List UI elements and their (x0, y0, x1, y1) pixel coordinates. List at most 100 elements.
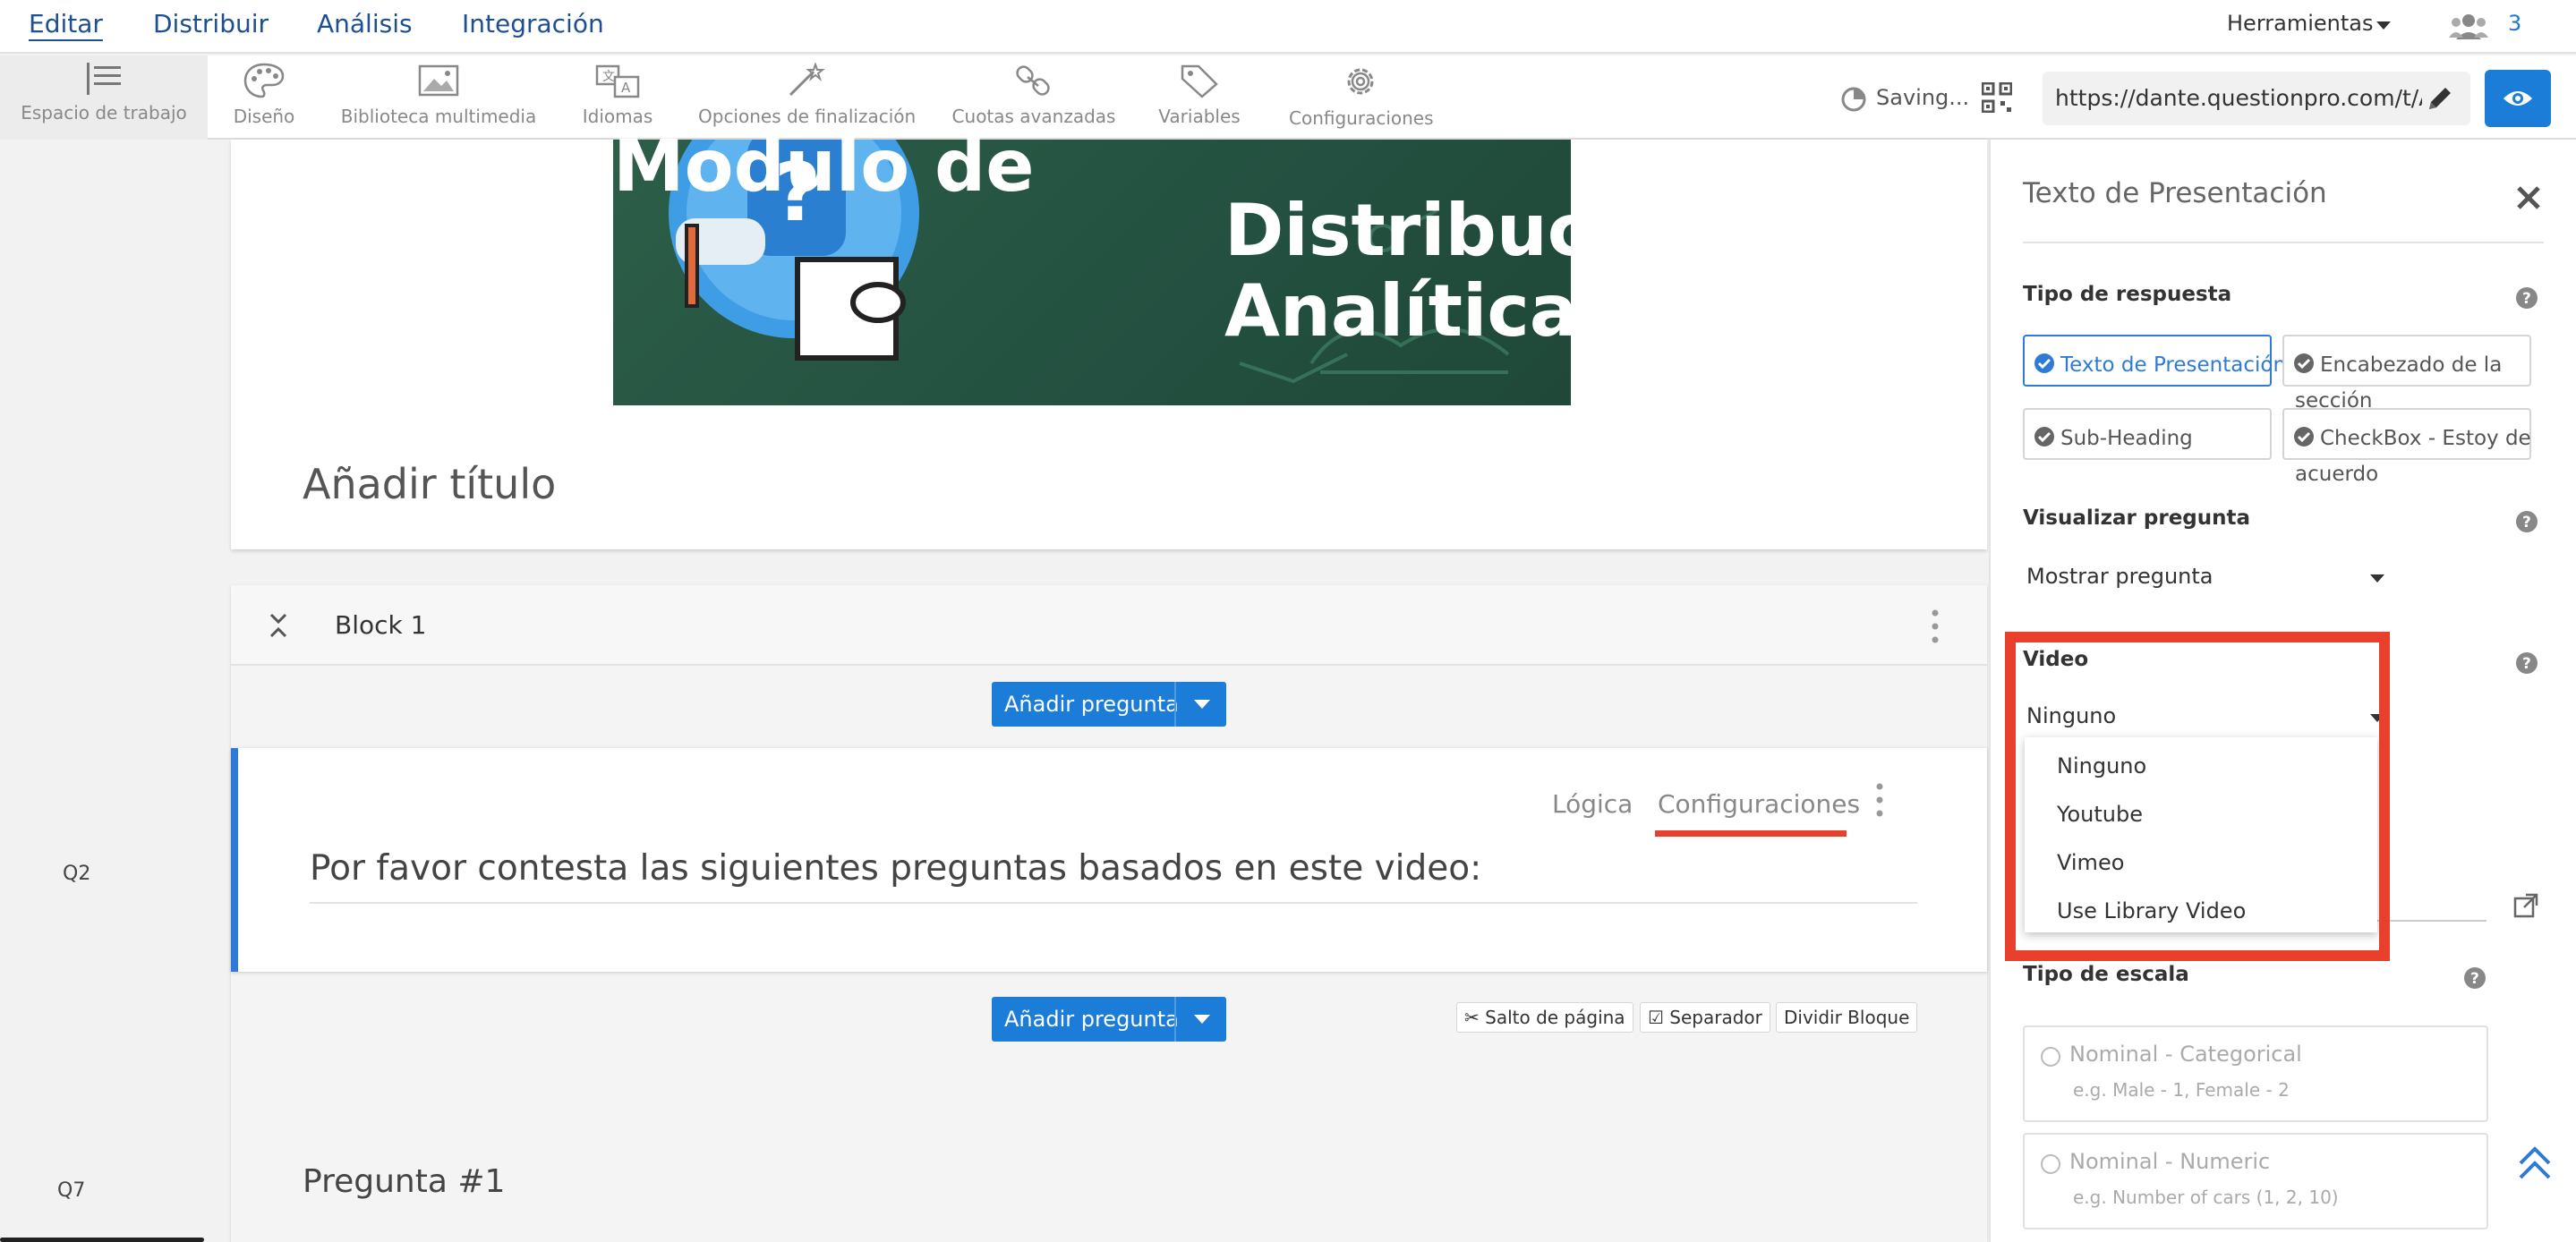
tab-integracion[interactable]: Integración (462, 9, 604, 38)
radio-button[interactable] (2041, 1047, 2060, 1067)
page-break-label: Salto de página (1485, 1007, 1625, 1028)
svg-text:文: 文 (602, 70, 615, 84)
tab-distribuir[interactable]: Distribuir (153, 9, 269, 38)
question-more-icon[interactable] (1876, 782, 1883, 818)
toolbar-label: Variables (1158, 106, 1241, 127)
add-title-input[interactable]: Añadir título (303, 460, 556, 508)
tab-analisis[interactable]: Análisis (317, 9, 413, 38)
toolbar-label: Espacio de trabajo (21, 102, 187, 123)
question-card[interactable]: Lógica Configuraciones Por favor contest… (231, 748, 1987, 972)
magic-wand-icon (789, 63, 825, 97)
chevron-down-icon[interactable] (2376, 21, 2391, 30)
svg-text:?: ? (2522, 655, 2531, 673)
split-block-button[interactable]: Dividir Bloque (1776, 1002, 1918, 1033)
help-icon[interactable]: ? (2515, 286, 2538, 310)
add-question-button[interactable]: Añadir pregunta (992, 997, 1226, 1042)
users-count[interactable]: 3 (2508, 11, 2521, 36)
banner-line-3: Analítica (1224, 269, 1578, 353)
logic-link[interactable]: Lógica (1552, 789, 1633, 819)
next-question-title[interactable]: Pregunta #1 (303, 1163, 505, 1200)
block-header: Block 1 (231, 585, 1987, 666)
option-label: Sub-Heading (2060, 427, 2193, 450)
palette-icon (243, 63, 285, 98)
qr-code-icon[interactable] (1982, 82, 2012, 113)
response-type-presentation-text[interactable]: Texto de Presentación (2023, 335, 2286, 387)
gear-icon (1347, 68, 1374, 95)
workspace-panel-toggle[interactable]: Espacio de trabajo (0, 55, 208, 140)
block-more-icon[interactable] (1932, 608, 1939, 644)
add-question-divider (1174, 682, 1176, 727)
help-icon[interactable]: ? (2515, 651, 2538, 675)
image-icon (418, 64, 459, 97)
scissors-icon: ✂ (1464, 1007, 1480, 1028)
panel-divider (2023, 242, 2544, 243)
separator-button[interactable]: ☑ Separador (1640, 1002, 1770, 1033)
help-icon[interactable]: ? (2515, 510, 2538, 533)
svg-text:?: ? (2470, 970, 2479, 988)
scale-option-title: Nominal - Categorical (2069, 1042, 2302, 1067)
scale-option-example: e.g. Male - 1, Female - 2 (2073, 1079, 2290, 1101)
chevron-down-icon[interactable] (2370, 574, 2384, 583)
chevron-down-icon[interactable] (1194, 1015, 1210, 1024)
checkbox-icon: ☑ (1648, 1007, 1664, 1028)
survey-header-card: ? Modulo de Distribución y Analítica Aña… (231, 131, 1987, 549)
add-question-divider (1174, 997, 1176, 1042)
toolbar-diseno[interactable]: Diseño (224, 55, 304, 140)
settings-link[interactable]: Configuraciones (1658, 789, 1860, 819)
toolbar-biblioteca-multimedia[interactable]: Biblioteca multimedia (340, 55, 537, 140)
banner-line-1: Modulo de (613, 124, 1035, 208)
close-icon[interactable] (2515, 184, 2542, 211)
option-label: CheckBox - Estoy de acuerdo (2295, 427, 2531, 486)
survey-url-text: https://dante.questionpro.com/t/AS (2055, 85, 2422, 111)
question-text[interactable]: Por favor contesta las siguientes pregun… (310, 848, 1481, 889)
external-link-icon[interactable] (2513, 893, 2538, 918)
question-number-q2[interactable]: Q2 (63, 863, 90, 885)
link-icon (1016, 65, 1050, 96)
display-question-heading: Visualizar pregunta (2023, 506, 2251, 530)
users-icon[interactable] (2449, 13, 2488, 39)
scale-option-nominal-numeric[interactable]: Nominal - Numeric e.g. Number of cars (1… (2023, 1133, 2488, 1229)
scale-option-nominal-categorical[interactable]: Nominal - Categorical e.g. Male - 1, Fem… (2023, 1025, 2488, 1122)
scale-option-example: e.g. Number of cars (1, 2, 10) (2073, 1187, 2339, 1208)
scroll-top-icon[interactable] (2517, 1144, 2553, 1183)
radio-button[interactable] (2041, 1154, 2060, 1174)
collapse-icon[interactable] (269, 612, 288, 639)
pencil-icon[interactable] (2426, 84, 2454, 113)
option-label: Texto de Presentación (2060, 353, 2287, 377)
settings-active-underline (1655, 830, 1847, 837)
help-icon[interactable]: ? (2463, 966, 2486, 990)
response-type-sub-heading[interactable]: Sub-Heading (2023, 408, 2272, 460)
tools-menu[interactable]: Herramientas (2227, 11, 2373, 36)
eye-icon (2503, 91, 2532, 106)
preview-button[interactable] (2485, 70, 2551, 127)
survey-url-field[interactable]: https://dante.questionpro.com/t/AS (2043, 72, 2470, 125)
split-block-label: Dividir Bloque (1784, 1007, 1910, 1028)
response-type-heading: Tipo de respuesta (2023, 283, 2232, 306)
tag-icon (1181, 64, 1218, 98)
highlight-box (2005, 632, 2390, 961)
question-divider (310, 902, 1917, 904)
add-question-button[interactable]: Añadir pregunta (992, 682, 1226, 727)
svg-text:?: ? (2522, 514, 2531, 532)
toolbar-variables[interactable]: Variables (1155, 55, 1244, 140)
saving-status: Saving... (1876, 85, 1970, 110)
toolbar-label: Configuraciones (1289, 107, 1434, 129)
scale-type-heading: Tipo de escala (2023, 963, 2189, 986)
add-question-label: Añadir pregunta (1004, 1007, 1179, 1032)
response-type-checkbox-agree[interactable]: CheckBox - Estoy de acuerdo (2282, 408, 2531, 486)
question-number-q7[interactable]: Q7 (57, 1179, 85, 1202)
display-question-select[interactable]: Mostrar pregunta (2026, 564, 2213, 589)
scale-option-title: Nominal - Numeric (2069, 1149, 2271, 1174)
banner-line-2: Distribución y (1224, 189, 1787, 272)
chevron-down-icon[interactable] (1194, 700, 1210, 709)
toolbar-configuraciones[interactable]: Configuraciones (1289, 55, 1434, 140)
workspace-icon (87, 63, 121, 95)
response-type-section-header[interactable]: Encabezado de la sección (2282, 335, 2531, 413)
scrollbar-thumb[interactable] (0, 1238, 204, 1242)
translate-icon: 文A (595, 64, 640, 98)
block-title[interactable]: Block 1 (335, 610, 426, 640)
separator-label: Separador (1669, 1007, 1762, 1028)
tab-editar[interactable]: Editar (29, 9, 103, 38)
page-break-button[interactable]: ✂ Salto de página (1456, 1002, 1633, 1033)
toolbar-label: Diseño (233, 106, 295, 127)
